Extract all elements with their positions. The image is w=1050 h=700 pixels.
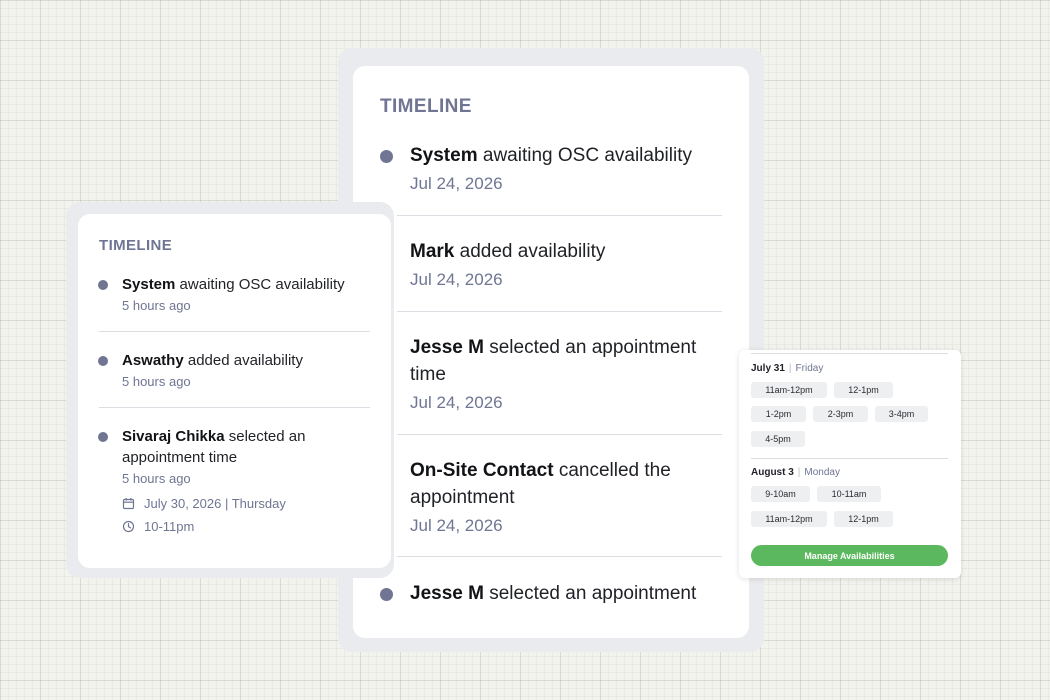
timeline-dot [98, 280, 108, 290]
appointment-date-text: July 30, 2026 | Thursday [144, 496, 286, 511]
time-slot[interactable]: 4-5pm [751, 431, 805, 447]
timeline-actor: Sivaraj Chikka [122, 428, 225, 445]
appointment-time-text: 10-11pm [144, 519, 195, 534]
timeline-divider [397, 556, 722, 557]
timeline-divider [397, 434, 722, 435]
timeline-actor: System [122, 276, 176, 293]
clock-icon [122, 520, 135, 533]
timeline-item: System awaiting OSC availability Jul 24,… [380, 142, 730, 195]
time-slot[interactable]: 2-3pm [813, 406, 868, 422]
timeline-dot [98, 432, 108, 442]
timeline-date: Jul 24, 2026 [410, 516, 503, 535]
timeline-dot [98, 356, 108, 366]
availability-card: July 31 | Friday 11am-12pm 12-1pm 1-2pm 2-… [739, 350, 961, 578]
timeline-item: Aswathy added availability 5 hours ago [98, 350, 372, 391]
timeline-date: Jul 24, 2026 [410, 270, 503, 289]
time-slot[interactable]: 9-10am [751, 486, 810, 502]
timeline-action: added availability [459, 241, 606, 262]
timeline-action: awaiting OSC availability [482, 145, 692, 166]
timeline-actor: System [410, 145, 478, 166]
timeline-divider [397, 311, 722, 312]
main-timeline-title: TIMELINE [380, 96, 472, 117]
appointment-time: 10-11pm [122, 519, 194, 534]
timeline-action: selected an appointment [489, 583, 697, 604]
timeline-item: Sivaraj Chikka selected an appointment t… [98, 426, 322, 488]
time-slot[interactable]: 11am-12pm [751, 382, 827, 398]
timeline-actor: Aswathy [122, 352, 184, 369]
time-slot[interactable]: 1-2pm [751, 406, 806, 422]
day-date: August 3 [751, 467, 794, 478]
timeline-item: System awaiting OSC availability 5 hours… [98, 274, 372, 315]
day-weekday: Friday [795, 363, 824, 374]
timeline-time-ago: 5 hours ago [122, 471, 191, 486]
day-weekday: Monday [804, 467, 840, 478]
time-slot[interactable]: 12-1pm [834, 382, 893, 398]
timeline-actor: Mark [410, 241, 455, 262]
availability-divider [751, 353, 948, 354]
timeline-actor: Jesse M [410, 337, 484, 358]
manage-availabilities-button[interactable]: Manage Availabilities [751, 545, 948, 566]
timeline-dot [380, 588, 393, 601]
availability-divider [751, 458, 948, 459]
secondary-timeline-title: TIMELINE [99, 237, 173, 254]
timeline-time-ago: 5 hours ago [122, 298, 191, 313]
timeline-divider [99, 331, 370, 332]
timeline-divider [397, 215, 722, 216]
timeline-item: Jesse M selected an appointment time Jul… [410, 334, 730, 414]
main-timeline-card: TIMELINE System awaiting OSC availabilit… [353, 66, 749, 638]
timeline-item: Mark added availability Jul 24, 2026 [410, 238, 730, 291]
timeline-actor: On-Site Contact [410, 460, 554, 481]
timeline-action: awaiting OSC availability [179, 276, 345, 293]
time-slot[interactable]: 10-11am [817, 486, 881, 502]
timeline-time-ago: 5 hours ago [122, 374, 191, 389]
time-slot[interactable]: 11am-12pm [751, 511, 827, 527]
timeline-date: Jul 24, 2026 [410, 174, 503, 193]
timeline-date: Jul 24, 2026 [410, 393, 503, 412]
timeline-action: added availability [187, 352, 303, 369]
secondary-timeline-card: TIMELINE System awaiting OSC availabilit… [78, 214, 391, 568]
time-slot[interactable]: 3-4pm [875, 406, 928, 422]
appointment-date: July 30, 2026 | Thursday [122, 496, 286, 511]
day-header: July 31 | Friday [751, 363, 824, 374]
timeline-divider [99, 407, 370, 408]
day-header: August 3 | Monday [751, 467, 840, 478]
calendar-icon [122, 498, 135, 510]
time-slot[interactable]: 12-1pm [834, 511, 893, 527]
timeline-item: On-Site Contact cancelled the appointmen… [410, 457, 730, 537]
timeline-actor: Jesse M [410, 583, 484, 604]
timeline-item: Jesse M selected an appointment [380, 580, 730, 607]
timeline-dot [380, 150, 393, 163]
day-date: July 31 [751, 363, 785, 374]
